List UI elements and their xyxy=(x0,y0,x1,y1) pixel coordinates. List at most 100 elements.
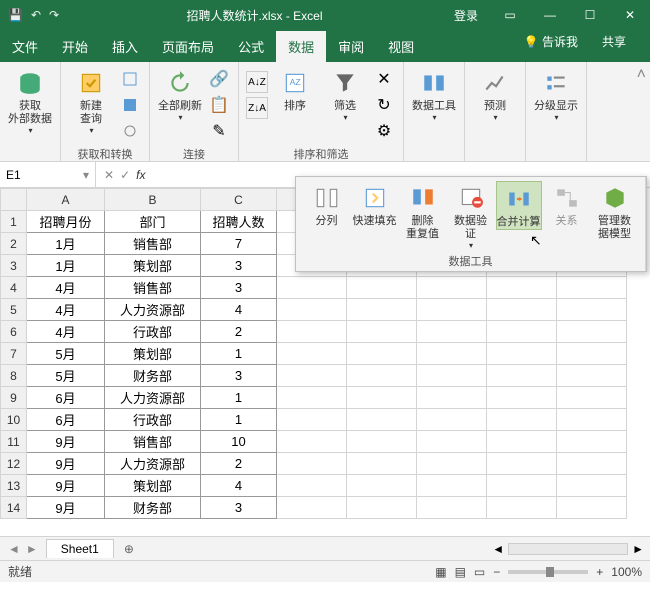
consolidate-button[interactable]: 合并计算 xyxy=(496,181,542,230)
cell[interactable]: 4月 xyxy=(27,299,105,321)
login-button[interactable]: 登录 xyxy=(442,7,490,24)
col-header[interactable]: A xyxy=(27,189,105,211)
maximize-icon[interactable]: ☐ xyxy=(570,8,610,22)
reapply-icon[interactable]: ↻ xyxy=(372,93,396,117)
remove-duplicates-button[interactable]: 删除 重复值 xyxy=(400,181,446,241)
row-header[interactable]: 12 xyxy=(1,453,27,475)
collapse-ribbon-icon[interactable]: ˄ xyxy=(633,62,650,161)
cell[interactable]: 4月 xyxy=(27,321,105,343)
cell[interactable]: 策划部 xyxy=(105,343,201,365)
outline-button[interactable]: 分级显示▾ xyxy=(532,66,580,123)
flash-fill-button[interactable]: 快速填充 xyxy=(352,181,398,228)
cell[interactable]: 销售部 xyxy=(105,431,201,453)
tab-data[interactable]: 数据 xyxy=(276,31,326,62)
cell[interactable]: 1月 xyxy=(27,233,105,255)
normal-view-icon[interactable]: ▦ xyxy=(435,565,446,579)
tab-layout[interactable]: 页面布局 xyxy=(150,31,226,62)
cell[interactable]: 策划部 xyxy=(105,475,201,497)
get-external-data-button[interactable]: 获取 外部数据▾ xyxy=(6,66,54,136)
recent-sources-icon[interactable] xyxy=(118,119,142,143)
row-header[interactable]: 5 xyxy=(1,299,27,321)
cell[interactable]: 9月 xyxy=(27,453,105,475)
cell[interactable]: 5月 xyxy=(27,343,105,365)
zoom-slider[interactable] xyxy=(508,570,588,574)
edit-links-icon[interactable]: ✎ xyxy=(207,119,231,143)
sort-desc-icon[interactable]: Z↓A xyxy=(246,97,268,119)
cell[interactable]: 招聘月份 xyxy=(27,211,105,233)
cell[interactable]: 策划部 xyxy=(105,255,201,277)
col-header[interactable]: C xyxy=(201,189,277,211)
connections-icon[interactable]: 🔗 xyxy=(207,67,231,91)
tab-home[interactable]: 开始 xyxy=(50,31,100,62)
row-header[interactable]: 6 xyxy=(1,321,27,343)
cell[interactable]: 10 xyxy=(201,431,277,453)
cell[interactable]: 人力资源部 xyxy=(105,387,201,409)
cell[interactable]: 财务部 xyxy=(105,365,201,387)
cancel-icon[interactable]: ✕ xyxy=(104,168,114,182)
cell[interactable]: 6月 xyxy=(27,387,105,409)
redo-icon[interactable]: ↷ xyxy=(49,8,59,22)
cell[interactable]: 9月 xyxy=(27,475,105,497)
cell[interactable]: 4月 xyxy=(27,277,105,299)
cell[interactable]: 7 xyxy=(201,233,277,255)
tab-view[interactable]: 视图 xyxy=(376,31,426,62)
cell[interactable]: 人力资源部 xyxy=(105,299,201,321)
ribbon-options-icon[interactable]: ▭ xyxy=(490,8,530,22)
cell[interactable]: 2 xyxy=(201,321,277,343)
row-header[interactable]: 4 xyxy=(1,277,27,299)
cell[interactable]: 1月 xyxy=(27,255,105,277)
data-tools-button[interactable]: 数据工具▾ xyxy=(410,66,458,123)
cell[interactable]: 财务部 xyxy=(105,497,201,519)
filter-button[interactable]: 筛选▾ xyxy=(321,66,369,123)
zoom-out-icon[interactable]: − xyxy=(493,565,500,579)
zoom-level[interactable]: 100% xyxy=(611,565,642,579)
sort-asc-icon[interactable]: A↓Z xyxy=(246,71,268,93)
scroll-right-icon[interactable]: ► xyxy=(632,542,644,556)
share-button[interactable]: 共享 xyxy=(590,27,638,56)
tab-formulas[interactable]: 公式 xyxy=(226,31,276,62)
cell[interactable]: 6月 xyxy=(27,409,105,431)
row-header[interactable]: 13 xyxy=(1,475,27,497)
cell[interactable]: 3 xyxy=(201,277,277,299)
row-header[interactable]: 2 xyxy=(1,233,27,255)
cell[interactable]: 人力资源部 xyxy=(105,453,201,475)
cell[interactable]: 9月 xyxy=(27,497,105,519)
refresh-all-button[interactable]: 全部刷新▾ xyxy=(156,66,204,123)
new-query-button[interactable]: 新建 查询▾ xyxy=(67,66,115,136)
tab-file[interactable]: 文件 xyxy=(0,31,50,62)
page-layout-icon[interactable]: ▤ xyxy=(455,565,466,579)
zoom-in-icon[interactable]: + xyxy=(596,565,603,579)
cell[interactable]: 行政部 xyxy=(105,409,201,431)
cell[interactable]: 部门 xyxy=(105,211,201,233)
new-sheet-icon[interactable]: ⊕ xyxy=(114,542,144,556)
cell[interactable]: 1 xyxy=(201,409,277,431)
cell[interactable]: 4 xyxy=(201,475,277,497)
enter-icon[interactable]: ✓ xyxy=(120,168,130,182)
row-header[interactable]: 10 xyxy=(1,409,27,431)
minimize-icon[interactable]: ― xyxy=(530,8,570,22)
row-header[interactable]: 9 xyxy=(1,387,27,409)
cell[interactable]: 3 xyxy=(201,365,277,387)
clear-filter-icon[interactable]: ✕ xyxy=(372,67,396,91)
cell[interactable]: 9月 xyxy=(27,431,105,453)
cell[interactable]: 5月 xyxy=(27,365,105,387)
sort-button[interactable]: AZ 排序 xyxy=(271,66,319,113)
row-header[interactable]: 8 xyxy=(1,365,27,387)
text-to-columns-button[interactable]: 分列 xyxy=(304,181,350,228)
row-header[interactable]: 3 xyxy=(1,255,27,277)
advanced-icon[interactable]: ⚙ xyxy=(372,119,396,143)
cell[interactable]: 2 xyxy=(201,453,277,475)
scroll-left-icon[interactable]: ◄ xyxy=(492,542,504,556)
show-queries-icon[interactable] xyxy=(118,67,142,91)
cell[interactable]: 3 xyxy=(201,255,277,277)
fx-icon[interactable]: fx xyxy=(136,168,145,182)
from-table-icon[interactable] xyxy=(118,93,142,117)
undo-icon[interactable]: ↶ xyxy=(31,8,41,22)
relationships-button[interactable]: 关系 xyxy=(544,181,590,228)
cell[interactable]: 行政部 xyxy=(105,321,201,343)
col-header[interactable]: B xyxy=(105,189,201,211)
row-header[interactable]: 14 xyxy=(1,497,27,519)
properties-icon[interactable]: 📋 xyxy=(207,93,231,117)
page-break-icon[interactable]: ▭ xyxy=(474,565,485,579)
tab-insert[interactable]: 插入 xyxy=(100,31,150,62)
